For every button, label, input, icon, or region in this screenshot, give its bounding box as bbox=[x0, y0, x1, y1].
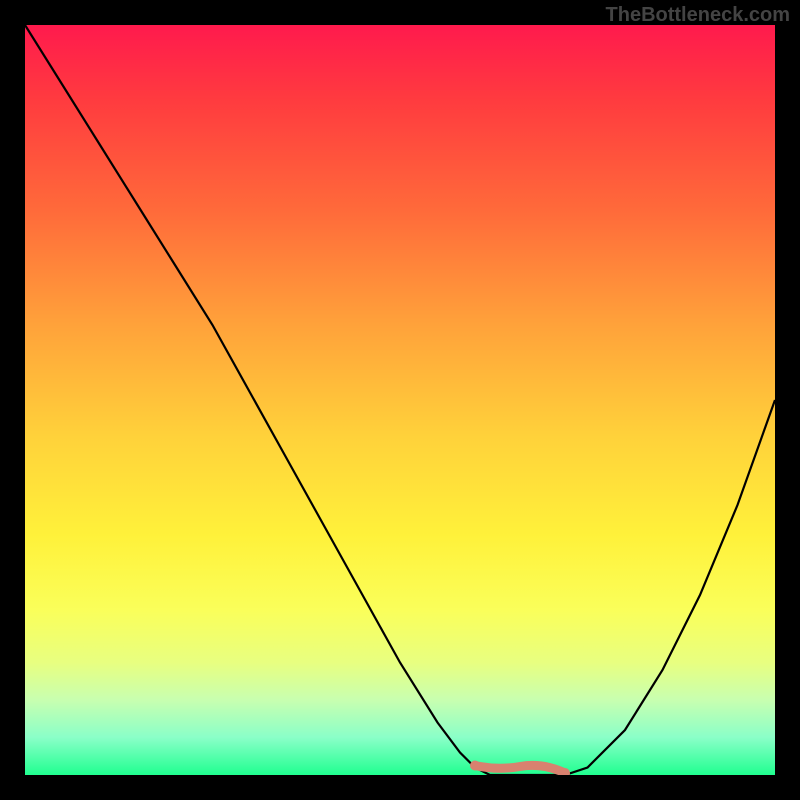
plot-area bbox=[25, 25, 775, 775]
curve-svg bbox=[25, 25, 775, 775]
bottleneck-curve-path bbox=[25, 25, 775, 775]
flat-region-highlight bbox=[475, 765, 565, 773]
watermark-text: TheBottleneck.com bbox=[606, 4, 790, 27]
flat-region-dot-left bbox=[470, 761, 480, 771]
